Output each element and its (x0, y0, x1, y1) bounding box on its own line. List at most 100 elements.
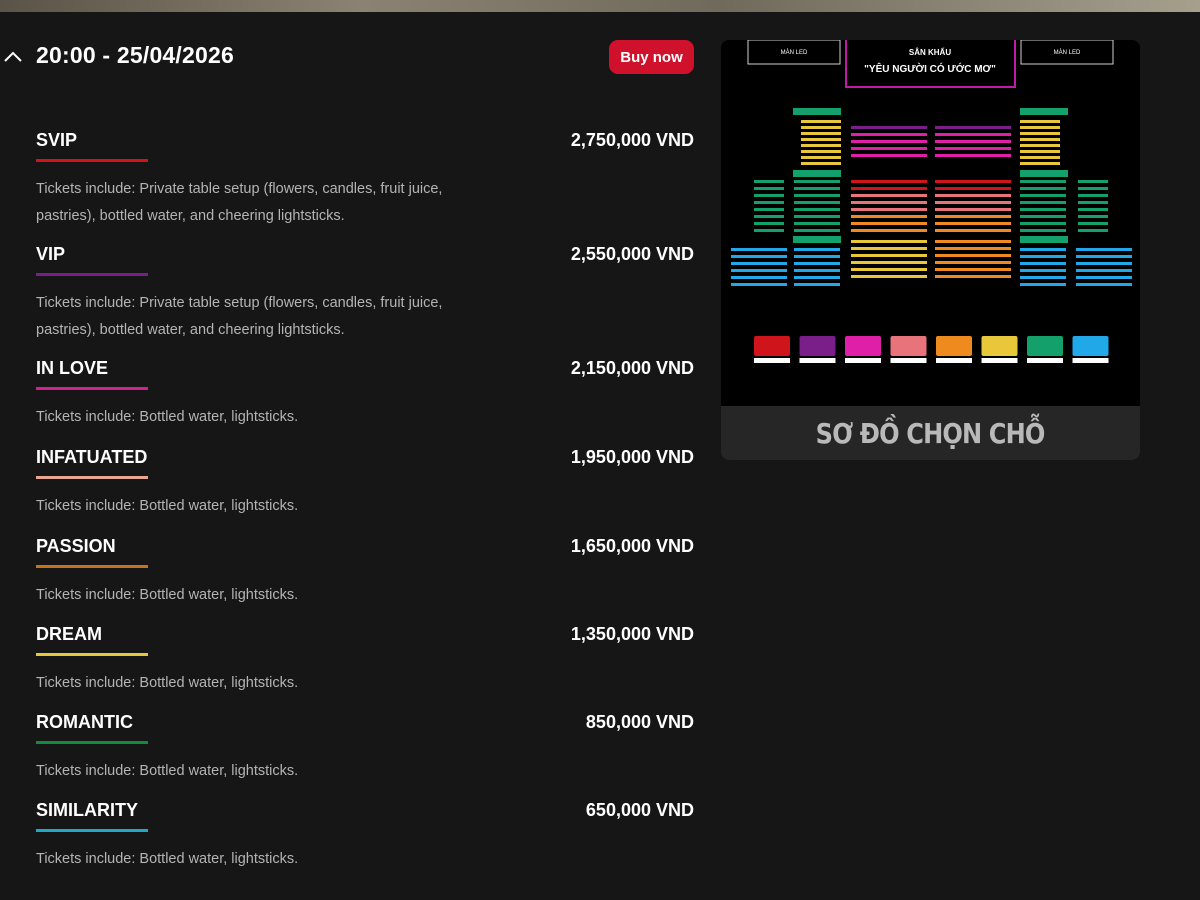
seat-row-similarity (731, 269, 787, 272)
seat-row-romantic (1078, 180, 1108, 183)
seat-row-similarity (1076, 269, 1132, 272)
seat-row-in-love (935, 154, 1011, 157)
seat-row-similarity (1020, 276, 1066, 279)
seat-row-center (935, 215, 1011, 218)
seat-row-center (935, 187, 1011, 190)
legend-price-tag (981, 358, 1018, 363)
seat-row-romantic (1020, 180, 1066, 183)
seat-row-romantic (794, 187, 840, 190)
seat-row-similarity (1020, 269, 1066, 272)
seat-row-similarity (731, 276, 787, 279)
ticket-color-bar (36, 829, 148, 832)
seat-row-passion (935, 240, 1011, 243)
ticket-name: PASSION (36, 536, 116, 556)
chevron-up-icon[interactable] (2, 46, 24, 68)
seat-row-vip (935, 126, 1011, 129)
seat-row-romantic (754, 208, 784, 211)
session-datetime: 20:00 - 25/04/2026 (36, 42, 234, 68)
ticket-color-bar (36, 741, 148, 744)
seat-row-in-love (851, 154, 927, 157)
ticket-description: Tickets include: Bottled water, lightsti… (36, 763, 299, 779)
seat-row-dream (1020, 156, 1060, 159)
seat-row-romantic (754, 180, 784, 183)
ticket-description: Tickets include: Private table setup (fl… (36, 295, 443, 338)
seat-row-dream (801, 144, 841, 147)
ticket-price: 2,750,000 VND (570, 130, 694, 150)
led-screen-left-label: MÀN LED (781, 49, 808, 56)
ticket-color-bar (36, 159, 148, 162)
ticket-color-bar (36, 476, 148, 479)
seat-row-romantic (1078, 229, 1108, 232)
seat-row-similarity (1020, 262, 1066, 265)
seat-row-romantic (794, 208, 840, 211)
legend-price-tag (936, 358, 972, 363)
seat-row-romantic (754, 187, 784, 190)
seat-row-center (851, 208, 927, 211)
seat-blocks (731, 108, 1132, 286)
buy-now-button[interactable]: Buy now (609, 40, 694, 74)
seat-row-romantic (794, 180, 840, 183)
seat-row-center (935, 229, 1011, 232)
seat-row-similarity (731, 283, 787, 286)
legend-price-tag (845, 358, 881, 363)
seat-row-dream (1020, 132, 1060, 135)
ticket-name: VIP (36, 244, 66, 264)
seat-row-vip (851, 126, 927, 129)
seat-row-similarity (1076, 262, 1132, 265)
seat-row-similarity (1020, 255, 1066, 258)
seat-row-dream (801, 126, 841, 129)
seat-row-in-love (851, 140, 927, 143)
seat-row-in-love (935, 140, 1011, 143)
seat-row-dream (801, 162, 841, 165)
legend-swatch (890, 336, 927, 356)
seat-row-similarity (794, 262, 840, 265)
seat-row-passion (935, 275, 1011, 278)
seat-row-romantic (1078, 194, 1108, 197)
seat-row-center (935, 180, 1011, 183)
seat-row-dream (801, 120, 841, 123)
seat-row-romantic (754, 215, 784, 218)
legend-swatch (845, 336, 881, 356)
seat-row-romantic (754, 229, 784, 232)
seat-row-dream (851, 254, 927, 257)
ticket-description: Tickets include: Bottled water, lightsti… (36, 675, 299, 691)
ticket-description: Tickets include: Bottled water, lightsti… (36, 587, 299, 603)
stage-label: SÂN KHẤU (909, 47, 951, 57)
ticket-description: Tickets include: Bottled water, lightsti… (36, 851, 299, 867)
seat-row-in-love (935, 133, 1011, 136)
seat-row-similarity (1020, 283, 1066, 286)
zone-tag (1020, 236, 1068, 243)
seat-row-similarity (1076, 255, 1132, 258)
seat-row-romantic (1078, 187, 1108, 190)
legend-price-tag (754, 358, 790, 363)
hero-image-strip (0, 0, 1200, 12)
seat-row-passion (935, 261, 1011, 264)
legend-price-tag (890, 358, 927, 363)
legend-swatch (799, 336, 836, 356)
seat-row-romantic (1020, 222, 1066, 225)
seat-map-image[interactable]: MÀN LED MÀN LED SÂN KHẤU "YÊU NGƯỜI CÓ Ư… (721, 40, 1140, 406)
seat-row-similarity (731, 248, 787, 251)
seat-row-in-love (851, 147, 927, 150)
seat-legend (754, 336, 1109, 363)
ticket-price: 650,000 VND (585, 800, 694, 820)
seat-row-romantic (794, 229, 840, 232)
session-header: 20:00 - 25/04/2026 Buy now (0, 38, 700, 78)
seat-row-romantic (1020, 194, 1066, 197)
seat-row-dream (801, 138, 841, 141)
legend-swatch (1072, 336, 1109, 356)
seat-row-romantic (1020, 187, 1066, 190)
seat-row-similarity (1020, 248, 1066, 251)
seat-row-center (935, 194, 1011, 197)
seat-row-dream (851, 247, 927, 250)
seat-map-card[interactable]: MÀN LED MÀN LED SÂN KHẤU "YÊU NGƯỜI CÓ Ư… (721, 40, 1140, 460)
legend-swatch (981, 336, 1018, 356)
seat-row-dream (1020, 138, 1060, 141)
seat-row-similarity (794, 276, 840, 279)
seat-row-similarity (1076, 283, 1132, 286)
ticket-color-bar (36, 273, 148, 276)
seat-row-center (851, 194, 927, 197)
seat-row-passion (935, 254, 1011, 257)
seat-row-romantic (754, 194, 784, 197)
seat-row-romantic (1078, 215, 1108, 218)
